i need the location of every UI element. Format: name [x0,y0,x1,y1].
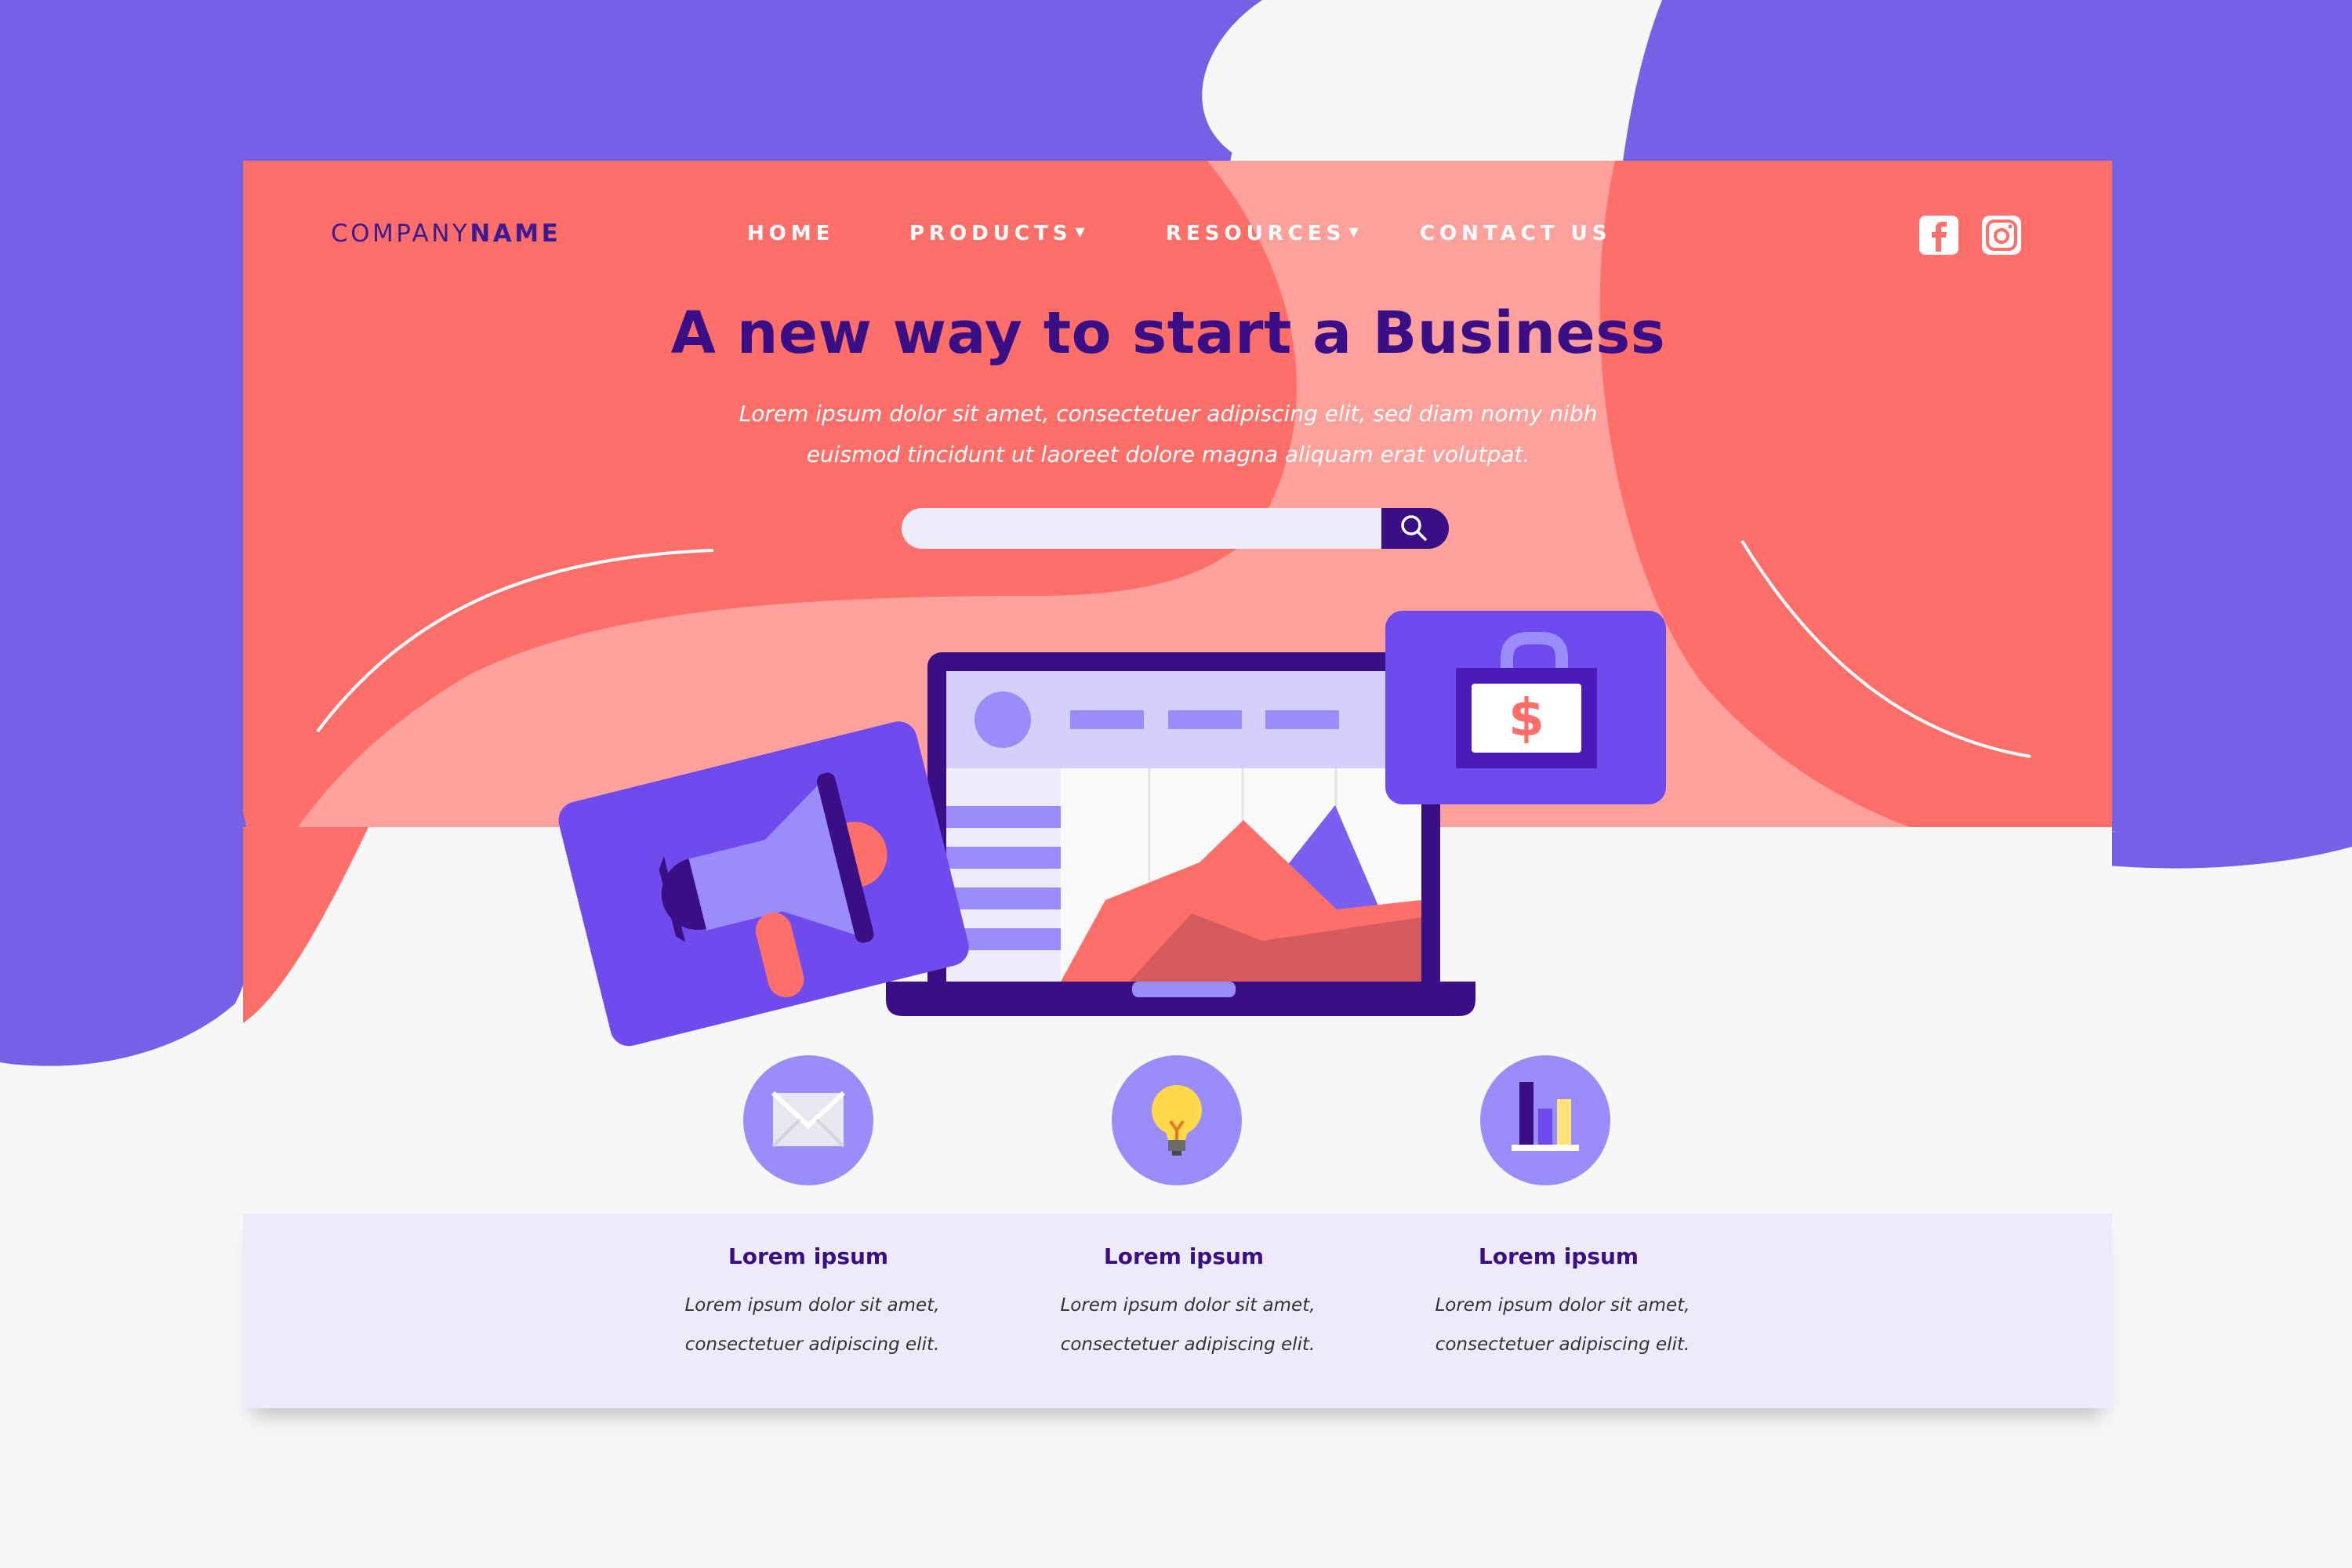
lightbulb-icon [1112,1055,1242,1185]
feature-text-3-line-1: Lorem ipsum dolor sit amet, [1435,1295,1690,1316]
feature-text-1: Lorem ipsum dolor sit amet, consectetuer… [640,1286,985,1364]
feature-text-2: Lorem ipsum dolor sit amet, consectetuer… [1015,1286,1360,1364]
feature-text-3-line-2: consectetuer adipiscing elit. [1435,1334,1690,1355]
feature-text-2-line-1: Lorem ipsum dolor sit amet, [1060,1295,1316,1316]
nav-products-label: PRODUCTS [909,222,1073,245]
search-input[interactable] [902,508,1388,549]
feature-text-1-line-2: consectetuer adipiscing elit. [684,1334,940,1355]
feature-title-1: Lorem ipsum [728,1243,889,1269]
search-button[interactable] [1381,508,1449,549]
nav-products[interactable]: PRODUCTS ▼ [909,222,1085,245]
nav-contact-us[interactable]: CONTACT US [1420,222,1612,245]
hero-title: A new way to start a Business [670,299,1666,367]
feature-title-3: Lorem ipsum [1478,1243,1639,1269]
caret-down-icon: ▼ [1348,224,1359,239]
feature-text-3: Lorem ipsum dolor sit amet, consectetuer… [1390,1286,1735,1364]
nav-contact-label: CONTACT US [1420,222,1612,245]
logo-light-text: COMPANY [331,220,470,248]
nav-resources-label: RESOURCES [1166,222,1346,245]
hero-subtitle: Lorem ipsum dolor sit amet, consectetuer… [674,394,1662,475]
logo-bold-text: NAME [470,220,561,248]
hero-subtitle-line-2: euismod tincidunt ut laoreet dolore magn… [806,441,1530,467]
feature-text-1-line-1: Lorem ipsum dolor sit amet, [684,1295,940,1316]
envelope-icon [743,1055,873,1185]
instagram-icon[interactable] [1982,216,2021,255]
nav-home[interactable]: HOME [747,222,835,245]
nav-resources[interactable]: RESOURCES ▼ [1166,222,1359,245]
bar-chart-icon [1480,1055,1610,1185]
feature-text-2-line-2: consectetuer adipiscing elit. [1060,1334,1316,1355]
company-logo[interactable]: COMPANYNAME [331,220,561,248]
nav-home-label: HOME [747,222,835,245]
search-icon [1401,515,1427,541]
facebook-icon[interactable] [1919,216,1958,255]
search-bar [902,508,1449,549]
caret-down-icon: ▼ [1075,224,1085,239]
feature-title-2: Lorem ipsum [1103,1243,1265,1269]
hero-subtitle-line-1: Lorem ipsum dolor sit amet, consectetuer… [739,401,1598,426]
